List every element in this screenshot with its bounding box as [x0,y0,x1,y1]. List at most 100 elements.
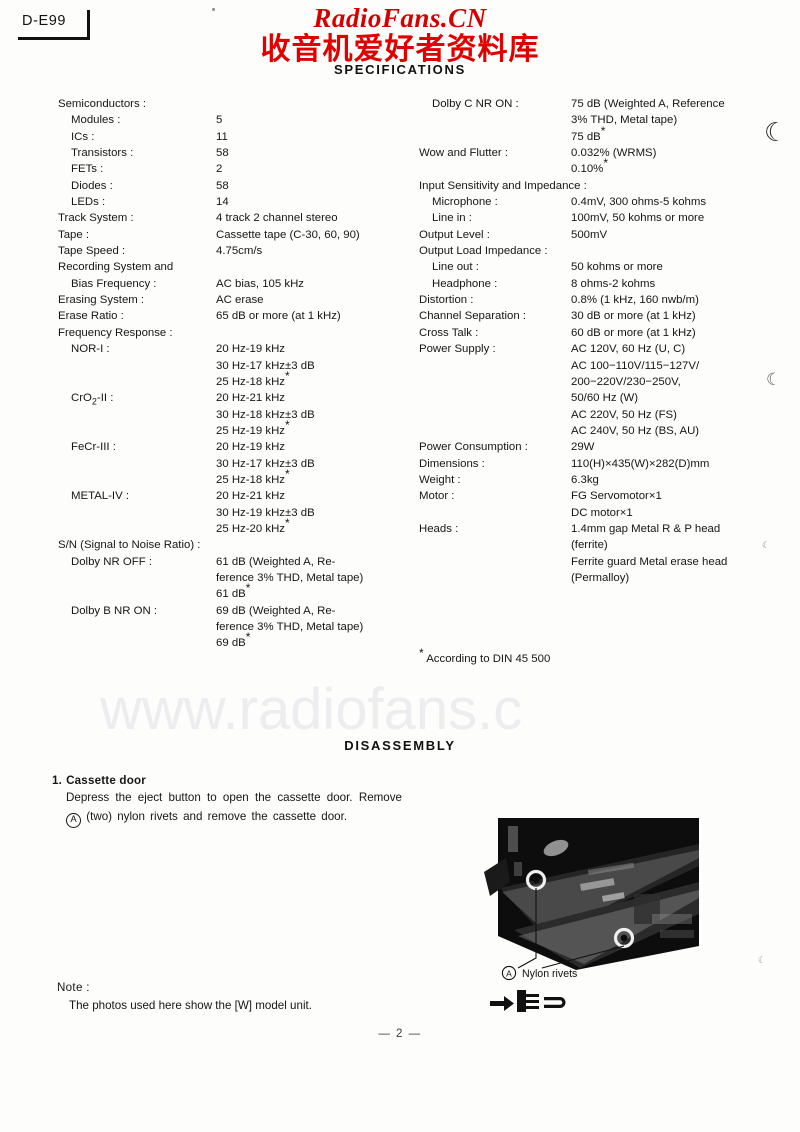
spec-value: 30 Hz-17 kHz±3 dB [216,457,315,470]
spec-key: Semiconductors : [58,98,146,110]
spec-row: Tape : Cassette tape (C-30, 60, 90) [58,227,408,243]
cassette-door-photo-figure: A Nylon rivets [484,818,699,1015]
spec-row: (ferrite) [419,537,779,553]
spec-key: Channel Separation : [419,310,527,323]
spec-key: Distortion : [419,294,474,307]
spec-value: 11 [216,130,228,143]
spec-value: 29W [571,441,595,454]
spec-row: FeCr-III : 20 Hz-19 kHz [58,439,408,455]
spec-key: Output Level : [419,228,490,241]
spec-key: NOR-I : [71,343,110,356]
spec-key: Dimensions : [419,457,485,470]
spec-row: Dolby NR OFF : 61 dB (Weighted A, Re- [58,554,408,570]
spec-row: Line out : 50 kohms or more [419,259,779,275]
scan-artifact-dot [212,8,215,11]
spec-key: Recording System and [58,261,174,274]
spec-row: S/N (Signal to Noise Ratio) : [58,537,408,553]
spec-row: Frequency Response : [58,325,408,341]
spec-row: AC 220V, 50 Hz (FS) [419,407,779,423]
spec-value: 58 [216,179,229,192]
note-text: The photos used here show the [W] model … [69,999,312,1012]
spec-value: 3% THD, Metal tape) [571,114,678,127]
spec-value: 6.3kg [571,473,599,486]
note-label: Note : [57,981,90,994]
spec-row: Erase Ratio : 65 dB or more (at 1 kHz) [58,308,408,324]
spec-row: ference 3% THD, Metal tape) [58,570,408,586]
spec-value: 60 dB or more (at 1 kHz) [571,326,696,339]
spec-row: Dolby B NR ON : 69 dB (Weighted A, Re- [58,603,408,619]
spec-row: Headphone : 8 ohms-2 kohms [419,276,779,292]
spec-row: AC 240V, 50 Hz (BS, AU) [419,423,779,439]
spec-value: 20 Hz-21 kHz [216,490,286,503]
spec-value: 14 [216,196,229,209]
spec-value: 2 [216,163,223,176]
spec-row: Power Consumption : 29W [419,439,779,455]
spec-value: AC 120V, 60 Hz (U, C) [571,343,686,356]
spec-row: Recording System and [58,259,408,275]
model-number-label: D-E99 [22,13,67,29]
spec-value: 58 [216,147,229,160]
spec-key: Power Supply : [419,343,496,356]
spec-value: 200−220V/230−250V, [571,375,681,388]
spec-value: AC 220V, 50 Hz (FS) [571,408,677,421]
spec-row: Output Level : 500mV [419,227,779,243]
spec-row: AC 100−110V/115−127V/ [419,358,779,374]
spec-value: 20 Hz-19 kHz [216,343,286,356]
step-number: 1. [52,774,63,787]
spec-value: 4.75cm/s [216,245,263,258]
spec-value: 1.4mm gap Metal R & P head [571,522,721,535]
spec-row: Input Sensitivity and Impedance : [419,178,779,194]
spec-value: 30 dB or more (at 1 kHz) [571,310,696,323]
spec-value: 8 ohms-2 kohms [571,277,656,290]
spec-key: ICs : [71,130,95,143]
spec-row: DC motor×1 [419,505,779,521]
spec-value: 75 dB* [571,123,606,143]
spec-row: Bias Frequency : AC bias, 105 kHz [58,276,408,292]
callout-mark-text: A [506,969,512,979]
spec-row: NOR-I : 20 Hz-19 kHz [58,341,408,357]
spec-value: (Permalloy) [571,571,630,584]
scan-artifact-speck-bottom: ☾ [758,955,767,965]
spec-value: AC bias, 105 kHz [216,277,304,290]
spec-value: 20 Hz-21 kHz [216,392,286,405]
spec-key: Diodes : [71,179,113,192]
spec-value: 30 Hz-19 kHz±3 dB [216,506,315,519]
spec-key: Line out : [432,261,479,274]
spec-value: 25 Hz-18 kHz* [216,369,290,388]
spec-key: FETs : [71,163,104,176]
spec-value: 0.4mV, 300 ohms-5 kohms [571,196,707,209]
spec-row: Wow and Flutter : 0.032% (WRMS) [419,145,779,161]
watermark-radiofans: RadioFans.CN 收音机爱好者资料库 [0,4,800,67]
step-title-row: 1. Cassette door [52,774,402,787]
spec-value: 25 Hz-18 kHz* [216,467,290,486]
spec-key: Output Load Impedance : [419,245,548,258]
spec-value: 69 dB (Weighted A, Re- [216,604,336,617]
spec-key: Tape Speed : [58,245,126,258]
spec-key: Input Sensitivity and Impedance : [419,179,587,192]
spec-row: Channel Separation : 30 dB or more (at 1 … [419,308,779,324]
spec-value: 30 Hz-18 kHz±3 dB [216,408,315,421]
note-block: Note : The photos used here show the [W]… [57,981,312,1012]
spec-key: Weight : [419,473,461,486]
spec-row: 61 dB* [58,583,408,602]
spec-value: 4 track 2 channel stereo [216,212,338,225]
spec-value: 65 dB or more (at 1 kHz) [216,310,341,323]
spec-row: Modules : 5 [58,112,408,128]
spec-row: 25 Hz-18 kHz* [58,467,408,488]
spec-row: 25 Hz-18 kHz* [58,369,408,390]
spec-row: Transistors : 58 [58,145,408,161]
spec-key: S/N (Signal to Noise Ratio) : [58,539,201,552]
spec-value: AC 100−110V/115−127V/ [571,359,700,372]
step-title-text: Cassette door [66,774,146,787]
specifications-heading: SPECIFICATIONS [334,62,466,77]
spec-row: Heads : 1.4mm gap Metal R & P head [419,521,779,537]
spec-value: 500mV [571,228,608,241]
spec-row: (Permalloy) [419,570,779,586]
spec-key: Transistors : [71,147,134,160]
spec-row: Semiconductors : [58,96,408,112]
spec-row: 75 dB* [419,123,779,145]
spec-value: AC erase [216,294,264,307]
spec-key: Bias Frequency : [71,277,157,290]
spec-row: CrO2-II :20 Hz-21 kHz [58,390,408,406]
spec-row: Ferrite guard Metal erase head [419,554,779,570]
